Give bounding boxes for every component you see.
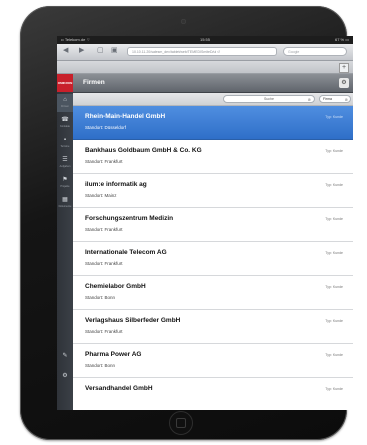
sidebar-item-kontakte[interactable]: ☎ Kontakte xyxy=(57,114,73,132)
list-item[interactable]: Chemielabor GmbH Standort: Bonn Typ: Kun… xyxy=(73,276,353,310)
phone-icon: ☎ xyxy=(61,117,69,123)
sidebar-item-dokumente[interactable]: ▦ Dokumente xyxy=(57,194,73,212)
company-type: Typ: Kunde xyxy=(325,149,343,153)
list-item[interactable]: Pharma Power AG Standort: Bonn Typ: Kund… xyxy=(73,344,353,378)
app-logo: OMIKRON xyxy=(57,74,73,92)
sidebar-item-firmen[interactable]: ⌂ Firmen xyxy=(57,94,73,112)
company-type: Typ: Kunde xyxy=(325,285,343,289)
battery-indicator: 67 % ▭ xyxy=(334,37,349,42)
filter-bar: Suche ⊗ Firma ⊗ xyxy=(73,93,353,106)
company-location: Standort: Düsseldorf xyxy=(85,125,127,130)
forward-icon[interactable]: ▶ xyxy=(79,46,84,56)
calendar-icon: ▪ xyxy=(63,137,67,143)
settings-button[interactable]: ⚙ xyxy=(339,78,349,88)
list-item[interactable]: Bankhaus Goldbaum GmbH & Co. KG Standort… xyxy=(73,140,353,174)
sidebar-item-termine[interactable]: ▪ Termine xyxy=(57,134,73,152)
company-name: ilum:e informatik ag xyxy=(85,181,147,188)
title-bar: Firmen ⚙ xyxy=(73,74,353,93)
company-location: Standort: Frankfurt xyxy=(85,261,123,266)
bookmarks-icon[interactable]: ▢ xyxy=(97,46,104,56)
company-name: Pharma Power AG xyxy=(85,351,142,358)
company-location: Standort: Frankfurt xyxy=(85,159,123,164)
company-list: Rhein-Main-Handel GmbH Standort: Düsseld… xyxy=(73,106,353,410)
search-field[interactable]: Suche ⊗ xyxy=(223,95,315,103)
url-field[interactable]: 10.10.11.20/salesm_dev/tablet/web/TEMEDI… xyxy=(127,47,277,56)
sidebar-caption: Termine xyxy=(60,145,70,148)
company-location: Standort: Frankfurt xyxy=(85,329,123,334)
document-icon: ▦ xyxy=(62,197,68,203)
filter-label: Firma xyxy=(323,97,332,101)
list-item[interactable]: Rhein-Main-Handel GmbH Standort: Düsseld… xyxy=(73,106,353,140)
browser-tab-bar: + xyxy=(57,61,353,74)
company-type: Typ: Kunde xyxy=(325,387,343,391)
list-item[interactable]: Forschungszentrum Medizin Standort: Fran… xyxy=(73,208,353,242)
company-name: Bankhaus Goldbaum GmbH & Co. KG xyxy=(85,147,202,154)
sidebar-caption: Dokumente xyxy=(58,205,72,208)
home-icon: ⌂ xyxy=(63,97,67,103)
company-name: Verlagshaus Silberfeder GmbH xyxy=(85,317,181,324)
sidebar-caption: Kontakte xyxy=(60,125,70,128)
company-type: Typ: Kunde xyxy=(325,319,343,323)
company-type: Typ: Kunde xyxy=(325,183,343,187)
company-name: Forschungszentrum Medizin xyxy=(85,215,174,222)
clock: 15:55 xyxy=(199,37,210,42)
company-location: Standort: Bonn xyxy=(85,363,116,368)
app-sidebar: OMIKRON ⌂ Firmen ☎ Kontakte ▪ Termine ☰ … xyxy=(57,74,73,410)
edit-icon: ✎ xyxy=(62,353,68,359)
list-icon: ☰ xyxy=(62,157,68,163)
screen: •• Telekom.de ⌔ 15:55 67 % ▭ ◀ ▶ ▢ ▣ 10.… xyxy=(57,36,353,410)
company-name: Chemielabor GmbH xyxy=(85,283,146,290)
gear-icon: ⚙ xyxy=(62,373,68,379)
tablet-device: •• Telekom.de ⌔ 15:55 67 % ▭ ◀ ▶ ▢ ▣ 10.… xyxy=(20,6,353,440)
sidebar-caption: Projekte xyxy=(60,185,70,188)
sidebar-item-projekte[interactable]: ⚑ Projekte xyxy=(57,174,73,192)
sidebar-item-aufgaben[interactable]: ☰ Aufgaben xyxy=(57,154,73,172)
list-item[interactable]: ilum:e informatik ag Standort: Mainz Typ… xyxy=(73,174,353,208)
clear-search-icon[interactable]: ⊗ xyxy=(308,96,311,103)
list-item[interactable]: Verlagshaus Silberfeder GmbH Standort: F… xyxy=(73,310,353,344)
company-type: Typ: Kunde xyxy=(325,353,343,357)
company-name: Internationale Telecom AG xyxy=(85,249,167,256)
back-icon[interactable]: ◀ xyxy=(63,46,68,56)
company-type: Typ: Kunde xyxy=(325,217,343,221)
company-name: Rhein-Main-Handel GmbH xyxy=(85,113,166,120)
browser-toolbar: ◀ ▶ ▢ ▣ 10.10.11.20/salesm_dev/tablet/we… xyxy=(57,44,353,61)
filter-chip-firma[interactable]: Firma ⊗ xyxy=(319,95,351,103)
list-item[interactable]: Internationale Telecom AG Standort: Fran… xyxy=(73,242,353,276)
remove-filter-icon[interactable]: ⊗ xyxy=(345,96,348,103)
list-item[interactable]: Versandhandel GmbH Typ: Kunde xyxy=(73,378,353,410)
gear-icon: ⚙ xyxy=(341,80,347,86)
company-location: Standort: Mainz xyxy=(85,193,117,198)
sidebar-settings-button[interactable]: ⚙ xyxy=(57,370,73,388)
page-title: Firmen xyxy=(83,79,105,86)
company-type: Typ: Kunde xyxy=(325,115,343,119)
search-label: Suche xyxy=(264,97,274,101)
flag-icon: ⚑ xyxy=(62,177,68,183)
google-search-field[interactable]: Google xyxy=(283,47,347,56)
sidebar-caption: Aufgaben xyxy=(59,165,71,168)
tabs-icon[interactable]: ▣ xyxy=(111,46,118,56)
sidebar-caption: Firmen xyxy=(61,105,69,108)
home-button[interactable] xyxy=(169,411,193,435)
company-location: Standort: Bonn xyxy=(85,295,116,300)
status-bar: •• Telekom.de ⌔ 15:55 67 % ▭ xyxy=(57,36,353,44)
company-location: Standort: Frankfurt xyxy=(85,227,123,232)
sidebar-edit-button[interactable]: ✎ xyxy=(57,350,73,368)
company-type: Typ: Kunde xyxy=(325,251,343,255)
camera xyxy=(181,19,186,24)
new-tab-button[interactable]: + xyxy=(339,63,349,73)
company-name: Versandhandel GmbH xyxy=(85,385,153,392)
